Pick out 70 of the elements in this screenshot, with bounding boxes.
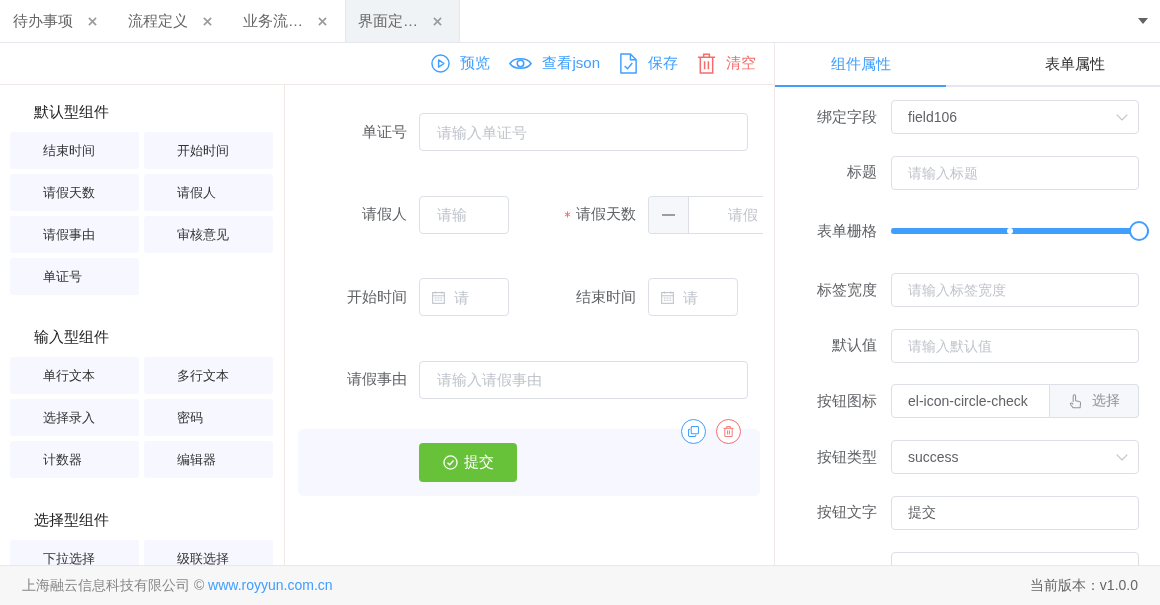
property-label: 标签宽度 (817, 280, 877, 298)
text-input[interactable]: 请输入标签宽度 (891, 273, 1139, 308)
property-label: 绑定字段 (817, 107, 877, 125)
date-picker[interactable]: 请 (419, 278, 509, 316)
select-field[interactable]: success (891, 440, 1139, 475)
component-item[interactable]: 下拉选择 (10, 540, 139, 565)
property-label: 按钮图标 (817, 391, 877, 409)
calendar-icon (661, 290, 675, 304)
component-item[interactable]: 多行文本 (144, 357, 273, 394)
slider-stop-icon (1006, 228, 1013, 235)
field-label: 结束时间 (576, 287, 637, 307)
group-title: 选择型组件 (33, 510, 110, 530)
text-input[interactable]: 请输入请假事由 (419, 360, 748, 399)
property-label: 默认值 (832, 336, 877, 354)
minus-icon (662, 213, 676, 216)
page-tab[interactable]: 流程定义 (115, 0, 230, 42)
field-label: 开始时间 (347, 287, 407, 307)
close-icon[interactable] (88, 16, 97, 26)
text-input[interactable]: 请输 (419, 195, 509, 234)
caret-down-icon[interactable] (1138, 18, 1148, 24)
version-text: 当前版本：v1.0.0 (1029, 576, 1138, 595)
group-title: 默认型组件 (33, 102, 110, 122)
close-icon[interactable] (318, 16, 327, 26)
component-item[interactable]: 选择录入 (10, 399, 139, 436)
text-input[interactable]: 提交 (891, 495, 1139, 530)
eye-icon (509, 56, 533, 71)
text-input[interactable]: 请输入标题 (891, 155, 1139, 190)
file-check-icon (619, 53, 638, 74)
play-circle-icon (431, 53, 451, 74)
chevron-down-icon (1116, 113, 1128, 121)
component-item[interactable]: 开始时间 (144, 132, 273, 169)
page-tab[interactable]: 界面定… (345, 0, 460, 42)
date-picker[interactable]: 请 (648, 278, 739, 316)
icon-name-input[interactable]: el-icon-circle-check (891, 384, 1050, 419)
component-item[interactable]: 密码 (144, 399, 273, 436)
calendar-icon (432, 290, 445, 304)
copyright-text: 上海融云信息科技有限公司 © www.royyun.com.cn (22, 576, 333, 595)
field-label: 请假天数 (576, 205, 637, 224)
component-item[interactable]: 请假事由 (10, 216, 139, 253)
group-title: 输入型组件 (33, 327, 110, 347)
property-label: 按钮类型 (817, 447, 877, 465)
text-input[interactable]: 请输入单证号 (419, 113, 748, 151)
page-tab[interactable]: 业务流… (230, 0, 345, 42)
component-item[interactable]: 编辑器 (144, 441, 273, 478)
component-item[interactable]: 审核意见 (144, 216, 273, 253)
component-item[interactable]: 级联选择 (144, 540, 273, 565)
trash-icon (697, 53, 716, 74)
slider-thumb[interactable] (1129, 221, 1149, 242)
close-icon[interactable] (203, 16, 212, 26)
select-field[interactable]: field106 (891, 100, 1139, 134)
component-item[interactable]: 单证号 (10, 258, 139, 295)
component-item[interactable]: 单行文本 (10, 357, 139, 394)
component-item[interactable]: 结束时间 (10, 132, 139, 169)
page-tab[interactable]: 待办事项 (0, 0, 115, 42)
property-label: 按钮文字 (817, 503, 877, 521)
component-item[interactable]: 请假人 (144, 174, 273, 211)
text-input[interactable]: 请输入默认值 (891, 328, 1139, 363)
close-icon[interactable] (433, 16, 442, 26)
chevron-down-icon (1116, 453, 1128, 461)
component-item[interactable]: 请假天数 (10, 174, 139, 211)
component-item[interactable]: 计数器 (10, 441, 139, 478)
property-label: 标题 (847, 163, 877, 181)
circle-check-icon (442, 455, 458, 470)
field-label: 单证号 (362, 122, 407, 142)
copy-icon (688, 426, 699, 437)
field-label: 请假事由 (347, 370, 407, 389)
trash-icon (723, 426, 734, 437)
field-label: 请假人 (362, 205, 407, 224)
panel-tab[interactable]: 表单属性 (946, 43, 1160, 87)
property-label: 表单栅格 (817, 221, 877, 239)
